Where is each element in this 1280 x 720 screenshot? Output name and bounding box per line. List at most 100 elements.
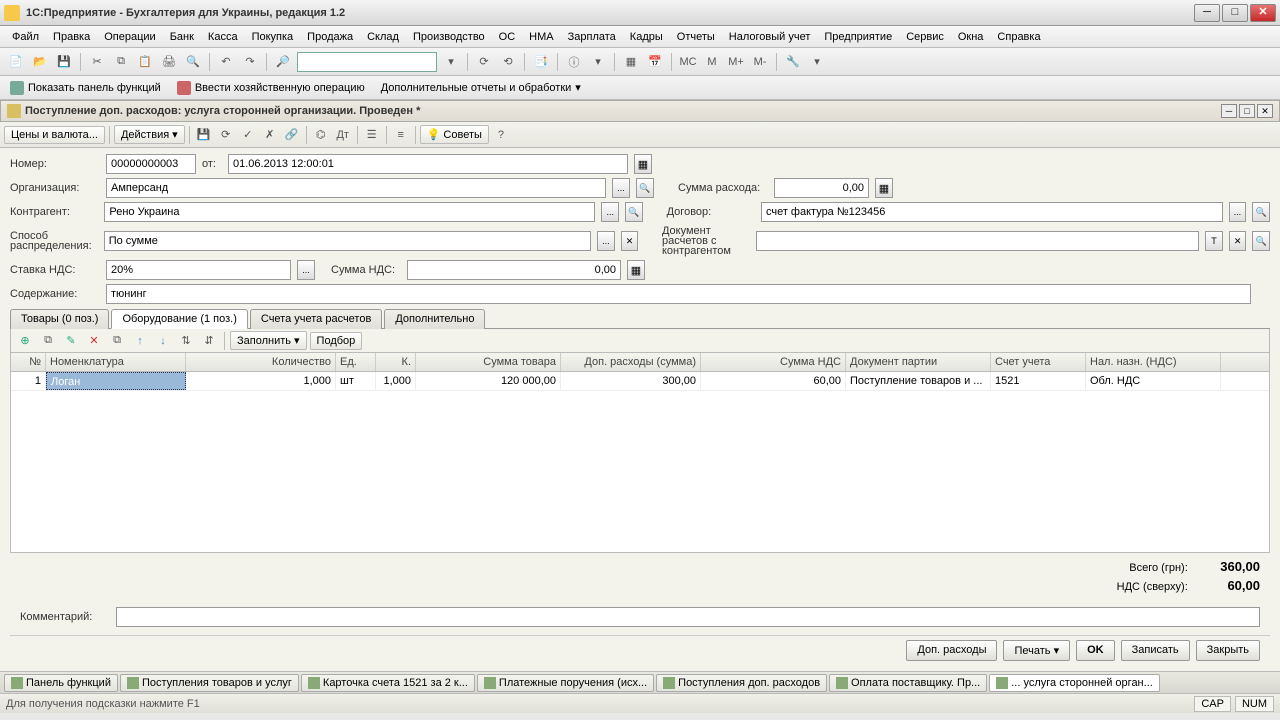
preview-icon[interactable]: 🔍 — [183, 52, 203, 72]
menu-file[interactable]: Файл — [6, 29, 45, 45]
date-field[interactable] — [228, 154, 628, 174]
col-dop[interactable]: Доп. расходы (сумма) — [561, 353, 701, 371]
wtab-payment[interactable]: Оплата поставщику. Пр... — [829, 674, 987, 692]
copy-icon[interactable]: ⧉ — [111, 52, 131, 72]
enter-op-button[interactable]: Ввести хозяйственную операцию — [173, 79, 369, 97]
date-calendar-icon[interactable]: ▦ — [634, 154, 652, 174]
write-button[interactable]: Записать — [1121, 640, 1190, 661]
maximize-button[interactable]: □ — [1222, 4, 1248, 22]
actions-button[interactable]: Действия ▾ — [114, 125, 185, 144]
table-row[interactable]: 1 Логан 1,000 шт 1,000 120 000,00 300,00… — [11, 372, 1269, 391]
docrasch-field[interactable] — [756, 231, 1200, 251]
grid-delete-icon[interactable]: ✕ — [84, 331, 104, 351]
pick-button[interactable]: Подбор — [310, 332, 363, 350]
mplus-icon[interactable]: M+ — [726, 52, 746, 72]
menu-os[interactable]: ОС — [493, 29, 522, 45]
org-field[interactable] — [106, 178, 606, 198]
dogovor-search-icon[interactable]: 🔍 — [1252, 202, 1270, 222]
menu-warehouse[interactable]: Склад — [361, 29, 405, 45]
col-nomenclature[interactable]: Номенклатура — [46, 353, 186, 371]
doc-tree-icon[interactable]: ☰ — [362, 125, 382, 145]
menu-sale[interactable]: Продажа — [301, 29, 359, 45]
menu-kadry[interactable]: Кадры — [624, 29, 669, 45]
calc-icon[interactable]: ▦ — [621, 52, 641, 72]
doc-min-button[interactable]: ─ — [1221, 104, 1237, 118]
tab-additional[interactable]: Дополнительно — [384, 309, 485, 329]
tab-goods[interactable]: Товары (0 поз.) — [10, 309, 109, 329]
dogovor-select-button[interactable]: ... — [1229, 202, 1247, 222]
wtab-service[interactable]: ... услуга сторонней орган... — [989, 674, 1160, 692]
grid-sort2-icon[interactable]: ⇵ — [199, 331, 219, 351]
menu-service[interactable]: Сервис — [900, 29, 950, 45]
col-num[interactable]: № — [11, 353, 46, 371]
sync-icon[interactable]: ⟲ — [498, 52, 518, 72]
col-quantity[interactable]: Количество — [186, 353, 336, 371]
comment-field[interactable] — [116, 607, 1260, 627]
new-icon[interactable]: 📄 — [6, 52, 26, 72]
doc-max-button[interactable]: □ — [1239, 104, 1255, 118]
cell-dop[interactable]: 300,00 — [561, 372, 701, 390]
menu-edit[interactable]: Правка — [47, 29, 96, 45]
number-field[interactable] — [106, 154, 196, 174]
cell-k[interactable]: 1,000 — [376, 372, 416, 390]
cell-tax[interactable]: Обл. НДС — [1086, 372, 1221, 390]
contr-field[interactable] — [104, 202, 595, 222]
reports-button[interactable]: Дополнительные отчеты и обработки ▾ — [377, 79, 585, 96]
grid-edit-icon[interactable]: ✎ — [61, 331, 81, 351]
mc-icon[interactable]: MC — [678, 52, 698, 72]
tab-equipment[interactable]: Оборудование (1 поз.) — [111, 309, 247, 329]
save-icon[interactable]: 💾 — [54, 52, 74, 72]
cell-nomenclature[interactable]: Логан — [46, 372, 186, 390]
menu-production[interactable]: Производство — [407, 29, 491, 45]
docrasch-search-icon[interactable]: 🔍 — [1252, 231, 1270, 251]
sumnds-calc-icon[interactable]: ▦ — [627, 260, 645, 280]
doc-save-icon[interactable]: 💾 — [194, 125, 214, 145]
cell-account[interactable]: 1521 — [991, 372, 1086, 390]
col-nds[interactable]: Сумма НДС — [701, 353, 846, 371]
org-search-icon[interactable]: 🔍 — [636, 178, 654, 198]
grid-up-icon[interactable]: ↑ — [130, 331, 150, 351]
print-button[interactable]: Печать ▾ — [1003, 640, 1070, 661]
menu-nma[interactable]: НМА — [523, 29, 559, 45]
sposob-clear-button[interactable]: ✕ — [621, 231, 639, 251]
show-panel-button[interactable]: Показать панель функций — [6, 79, 165, 97]
tool-icon[interactable]: 🔧 — [783, 52, 803, 72]
cell-sum[interactable]: 120 000,00 — [416, 372, 561, 390]
close-button[interactable]: ✕ — [1250, 4, 1276, 22]
wtab-receipts[interactable]: Поступления товаров и услуг — [120, 674, 299, 692]
dropdown-icon[interactable]: ▾ — [441, 52, 461, 72]
dropdown2-icon[interactable]: ▾ — [588, 52, 608, 72]
close-doc-button[interactable]: Закрыть — [1196, 640, 1260, 661]
col-sum[interactable]: Сумма товара — [416, 353, 561, 371]
sum-calc-icon[interactable]: ▦ — [875, 178, 893, 198]
docrasch-clear-button[interactable]: ✕ — [1229, 231, 1247, 251]
calendar-icon[interactable]: 📅 — [645, 52, 665, 72]
wtab-payments[interactable]: Платежные поручения (исх... — [477, 674, 654, 692]
doc-unpost-icon[interactable]: ✗ — [260, 125, 280, 145]
paste-icon[interactable]: 📋 — [135, 52, 155, 72]
docrasch-t-button[interactable]: T — [1205, 231, 1223, 251]
grid-duplicate-icon[interactable]: ⧉ — [107, 331, 127, 351]
refresh-icon[interactable]: ⟳ — [474, 52, 494, 72]
sum-field[interactable] — [774, 178, 869, 198]
undo-icon[interactable]: ↶ — [216, 52, 236, 72]
m-icon[interactable]: M — [702, 52, 722, 72]
wtab-card[interactable]: Карточка счета 1521 за 2 к... — [301, 674, 475, 692]
menu-purchase[interactable]: Покупка — [246, 29, 300, 45]
sposob-field[interactable] — [104, 231, 591, 251]
cell-quantity[interactable]: 1,000 — [186, 372, 336, 390]
menu-bank[interactable]: Банк — [164, 29, 200, 45]
doc-link-icon[interactable]: 🔗 — [282, 125, 302, 145]
dop-button[interactable]: Доп. расходы — [906, 640, 997, 661]
grid-copy-icon[interactable]: ⧉ — [38, 331, 58, 351]
dropdown3-icon[interactable]: ▾ — [807, 52, 827, 72]
fill-button[interactable]: Заполнить ▾ — [230, 331, 307, 350]
grid-add-icon[interactable]: ⊕ — [15, 331, 35, 351]
doc-refresh-icon[interactable]: ⟳ — [216, 125, 236, 145]
doc-struct-icon[interactable]: ⌬ — [311, 125, 331, 145]
menu-windows[interactable]: Окна — [952, 29, 990, 45]
open-icon[interactable]: 📂 — [30, 52, 50, 72]
advices-button[interactable]: 💡 Советы — [420, 125, 489, 144]
doc-close-button[interactable]: ✕ — [1257, 104, 1273, 118]
col-tax[interactable]: Нал. назн. (НДС) — [1086, 353, 1221, 371]
